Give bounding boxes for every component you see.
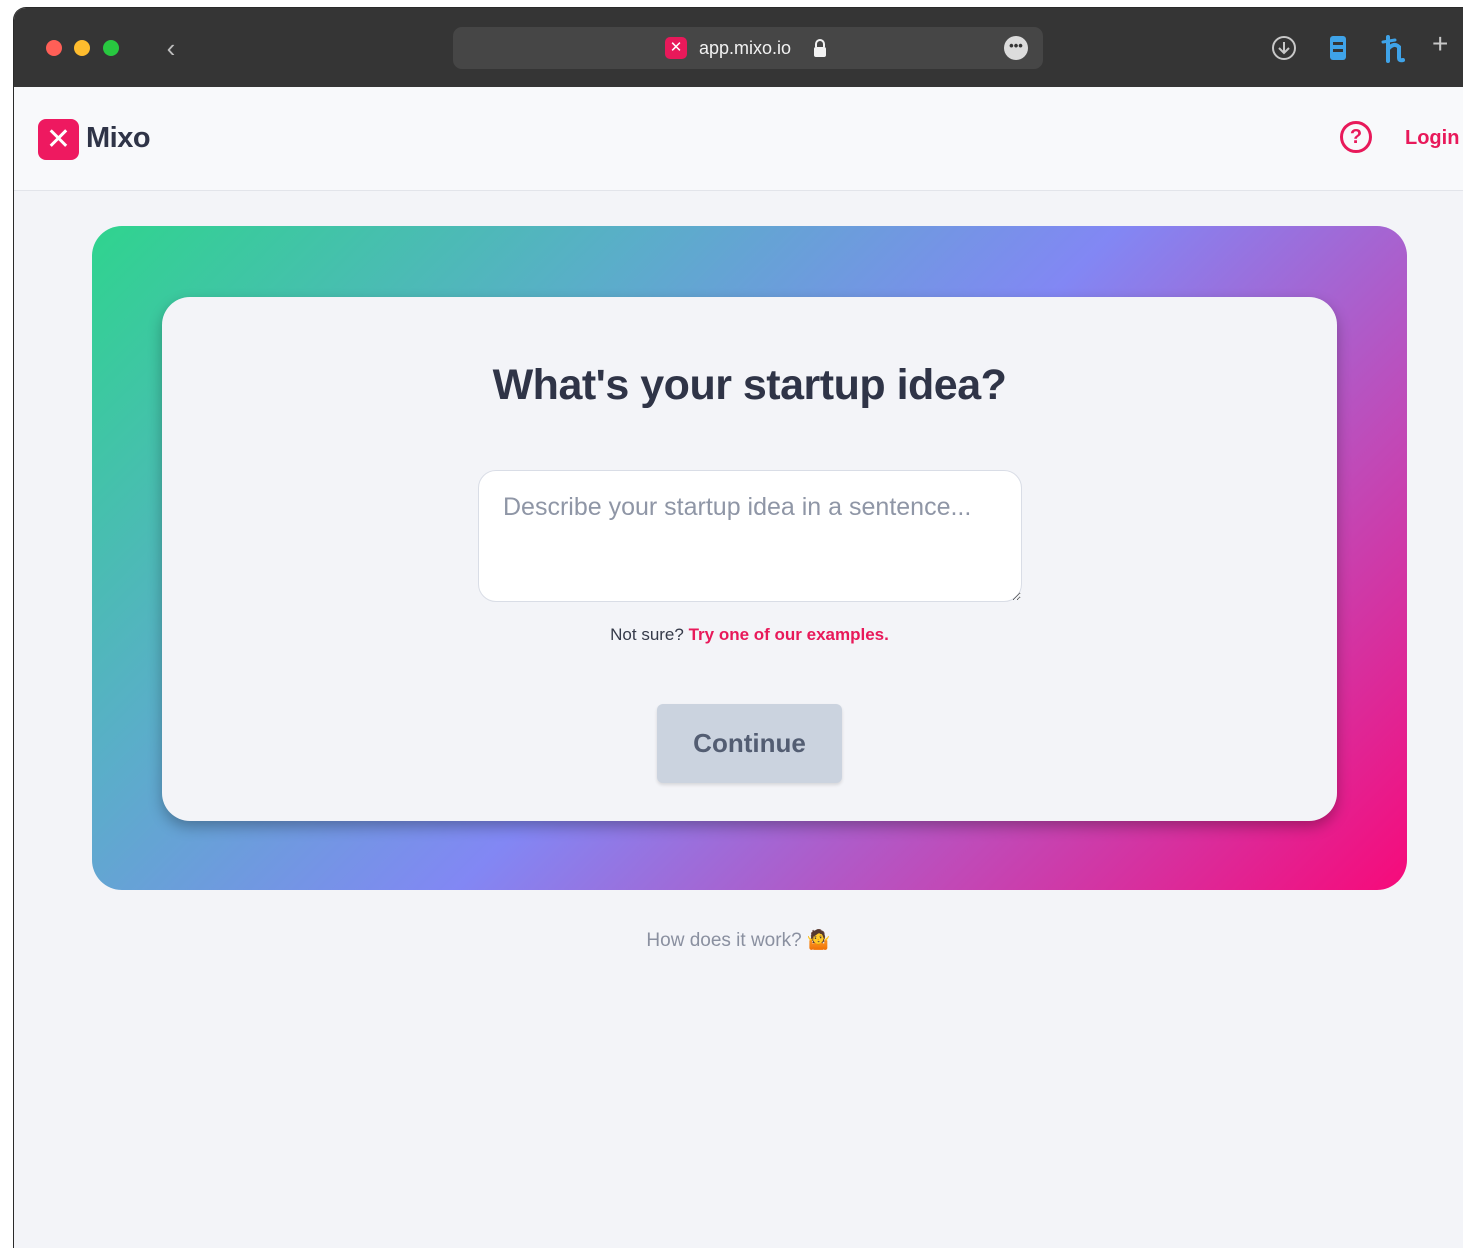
login-link[interactable]: Login: [1405, 127, 1459, 150]
site-favicon-icon: ✕: [665, 37, 687, 59]
how-it-works-link[interactable]: How does it work? 🤷: [14, 928, 1463, 952]
maximize-window-button[interactable]: [103, 40, 119, 56]
minimize-window-button[interactable]: [74, 40, 90, 56]
new-tab-icon[interactable]: +: [1432, 28, 1448, 60]
url-text: app.mixo.io: [699, 38, 792, 58]
extension-icon[interactable]: [1328, 34, 1348, 67]
address-bar[interactable]: ✕ app.mixo.io •••: [453, 27, 1043, 69]
lock-icon: [813, 39, 827, 62]
close-window-button[interactable]: [46, 40, 62, 56]
hero-gradient-frame: What's your startup idea? Not sure? Try …: [92, 226, 1407, 890]
continue-button[interactable]: Continue: [657, 704, 842, 783]
brand-name[interactable]: Mixo: [86, 122, 151, 155]
hint-prefix: Not sure?: [610, 625, 684, 644]
honey-extension-icon[interactable]: [1380, 34, 1408, 69]
page-title: What's your startup idea?: [492, 361, 1007, 409]
download-icon[interactable]: [1270, 34, 1298, 67]
how-it-works-label: How does it work?: [646, 930, 802, 951]
help-icon[interactable]: ?: [1340, 121, 1372, 153]
page-menu-icon[interactable]: •••: [1004, 36, 1028, 60]
examples-link[interactable]: Try one of our examples.: [689, 625, 889, 644]
app-header: ✕ Mixo ? Login: [14, 87, 1463, 191]
browser-window: ‹ ✕ app.mixo.io ••• + ✕ Mixo ? Login Wha…: [14, 8, 1463, 1248]
hint-text: Not sure? Try one of our examples.: [162, 625, 1337, 645]
mixo-logo-icon[interactable]: ✕: [38, 119, 79, 160]
shrug-emoji-icon: 🤷: [806, 930, 831, 951]
idea-card: What's your startup idea? Not sure? Try …: [162, 297, 1337, 821]
browser-toolbar: ‹ ✕ app.mixo.io ••• +: [14, 8, 1463, 87]
startup-idea-input[interactable]: [478, 470, 1022, 602]
back-button[interactable]: ‹: [160, 34, 182, 62]
